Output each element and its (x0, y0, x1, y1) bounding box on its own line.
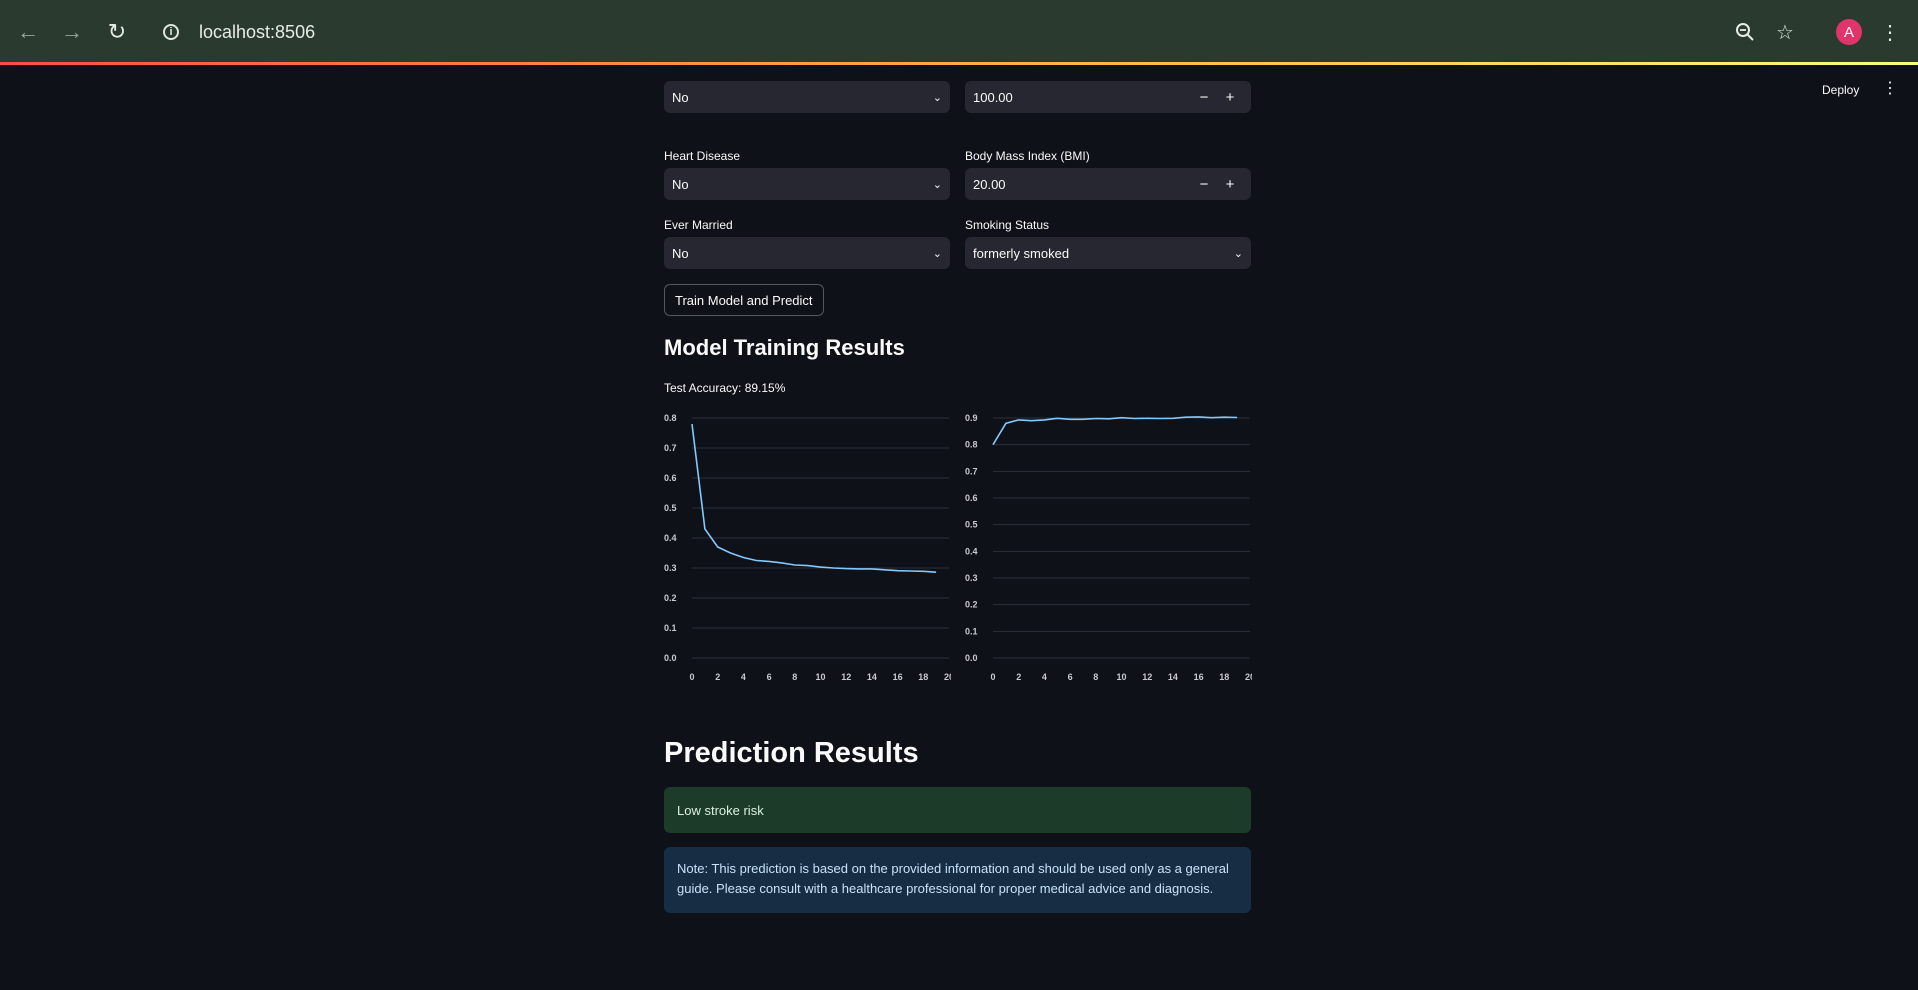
x-tick-label: 4 (741, 672, 746, 682)
bmi-label: Body Mass Index (BMI) (965, 149, 1090, 163)
y-tick-label: 0.0 (965, 653, 978, 663)
y-tick-label: 0.3 (664, 563, 677, 573)
increment-button[interactable]: + (1217, 89, 1243, 106)
y-tick-label: 0.4 (664, 533, 677, 543)
back-icon[interactable]: ← (14, 18, 42, 46)
app-menu-icon[interactable]: ⋮ (1882, 80, 1898, 98)
x-tick-label: 0 (689, 672, 694, 682)
zoom-icon[interactable] (1731, 18, 1759, 46)
x-tick-label: 20 (944, 672, 951, 682)
y-tick-label: 0.8 (965, 440, 978, 450)
y-tick-label: 0.8 (664, 413, 677, 423)
deploy-button[interactable]: Deploy (1822, 83, 1859, 97)
smoking-status-select[interactable]: formerly smoked ⌄ (965, 237, 1251, 269)
series-line (691, 423, 937, 573)
chevron-down-icon: ⌄ (932, 247, 942, 260)
x-tick-label: 8 (792, 672, 797, 682)
series-line (992, 416, 1238, 446)
decrement-button[interactable]: − (1191, 176, 1217, 193)
x-tick-label: 4 (1042, 672, 1047, 682)
y-tick-label: 0.5 (664, 503, 677, 513)
x-tick-label: 10 (815, 672, 825, 682)
x-tick-label: 8 (1093, 672, 1098, 682)
x-tick-label: 10 (1116, 672, 1126, 682)
x-tick-label: 2 (715, 672, 720, 682)
increment-button[interactable]: + (1217, 176, 1243, 193)
chevron-down-icon: ⌄ (932, 91, 942, 104)
prediction-note: Note: This prediction is based on the pr… (664, 847, 1251, 913)
y-tick-label: 0.7 (664, 443, 677, 453)
loss-chart-svg: 0.0 0.1 0.2 0.3 0.4 0.5 0.6 0.7 0.8 0 2 4 6 8 10 12 14 16… (664, 413, 954, 682)
field-ever-married: Ever Married No ⌄ (664, 216, 950, 269)
train-model-button[interactable]: Train Model and Predict (664, 284, 824, 316)
x-tick-label: 2 (1016, 672, 1021, 682)
app-decoration-stripe (0, 62, 1918, 65)
heart-disease-label: Heart Disease (664, 149, 741, 163)
browser-toolbar: ← → ↻ i localhost:8506 ☆ A ⋮ (0, 0, 1918, 63)
ever-married-label: Ever Married (664, 218, 733, 232)
bmi-input[interactable]: 20.00 − + (965, 168, 1251, 200)
accuracy-chart-svg: 0.0 0.1 0.2 0.3 0.4 0.5 0.6 0.7 0.8 0.9 0 2 4 6 8 10 12 1… (965, 413, 1255, 682)
accuracy-chart: 0.0 0.1 0.2 0.3 0.4 0.5 0.6 0.7 0.8 0.9 0 2 4 6 8 10 12 1… (960, 410, 1255, 688)
forward-icon[interactable]: → (58, 18, 86, 46)
x-tick-label: 14 (1168, 672, 1178, 682)
x-tick-label: 0 (990, 672, 995, 682)
site-info-icon[interactable]: i (163, 24, 179, 40)
x-tick-label: 6 (767, 672, 772, 682)
select-top-left[interactable]: No ⌄ (664, 81, 950, 113)
profile-avatar[interactable]: A (1836, 19, 1862, 45)
x-tick-label: 18 (918, 672, 928, 682)
x-tick-label: 18 (1219, 672, 1229, 682)
loss-chart: 0.0 0.1 0.2 0.3 0.4 0.5 0.6 0.7 0.8 0 2 4 6 8 10 12 14 16… (659, 410, 954, 688)
x-tick-label: 16 (1194, 672, 1204, 682)
test-accuracy-text: Test Accuracy: 89.15% (664, 381, 786, 395)
ever-married-select[interactable]: No ⌄ (664, 237, 950, 269)
y-tick-label: 0.4 (965, 546, 978, 556)
training-results-heading: Model Training Results (664, 335, 905, 360)
y-tick-label: 0.7 (965, 466, 978, 476)
y-tick-label: 0.1 (664, 623, 677, 633)
field-heart-disease: Heart Disease No ⌄ (664, 147, 950, 200)
smoking-status-label: Smoking Status (965, 218, 1050, 232)
y-tick-label: 0.0 (664, 653, 677, 663)
x-tick-label: 12 (1142, 672, 1152, 682)
browser-menu-icon[interactable]: ⋮ (1876, 18, 1904, 46)
x-tick-label: 12 (841, 672, 851, 682)
field-bmi: Body Mass Index (BMI) 20.00 − + (965, 147, 1251, 200)
x-tick-label: 14 (867, 672, 877, 682)
x-tick-label: 20 (1245, 672, 1252, 682)
field-top-left: No ⌄ (664, 81, 950, 113)
field-top-right: 100.00 − + (965, 81, 1251, 113)
heart-disease-select[interactable]: No ⌄ (664, 168, 950, 200)
y-tick-label: 0.6 (965, 493, 978, 503)
y-tick-label: 0.1 (965, 626, 978, 636)
bookmark-star-icon[interactable]: ☆ (1771, 18, 1799, 46)
chevron-down-icon: ⌄ (932, 178, 942, 191)
y-tick-label: 0.2 (965, 600, 978, 610)
reload-icon[interactable]: ↻ (103, 18, 131, 46)
y-tick-label: 0.5 (965, 520, 978, 530)
chevron-down-icon: ⌄ (1233, 247, 1243, 260)
field-smoking-status: Smoking Status formerly smoked ⌄ (965, 216, 1251, 269)
number-input-top-right[interactable]: 100.00 − + (965, 81, 1251, 113)
decrement-button[interactable]: − (1191, 89, 1217, 106)
url-text: localhost:8506 (199, 21, 316, 42)
y-tick-label: 0.2 (664, 593, 677, 603)
x-tick-label: 16 (893, 672, 903, 682)
y-tick-label: 0.9 (965, 413, 978, 423)
y-tick-label: 0.3 (965, 573, 978, 583)
y-tick-label: 0.6 (664, 473, 677, 483)
x-tick-label: 6 (1068, 672, 1073, 682)
prediction-result-alert: Low stroke risk (664, 787, 1251, 833)
address-bar[interactable]: i localhost:8506 (150, 14, 1750, 50)
prediction-results-heading: Prediction Results (664, 737, 919, 769)
